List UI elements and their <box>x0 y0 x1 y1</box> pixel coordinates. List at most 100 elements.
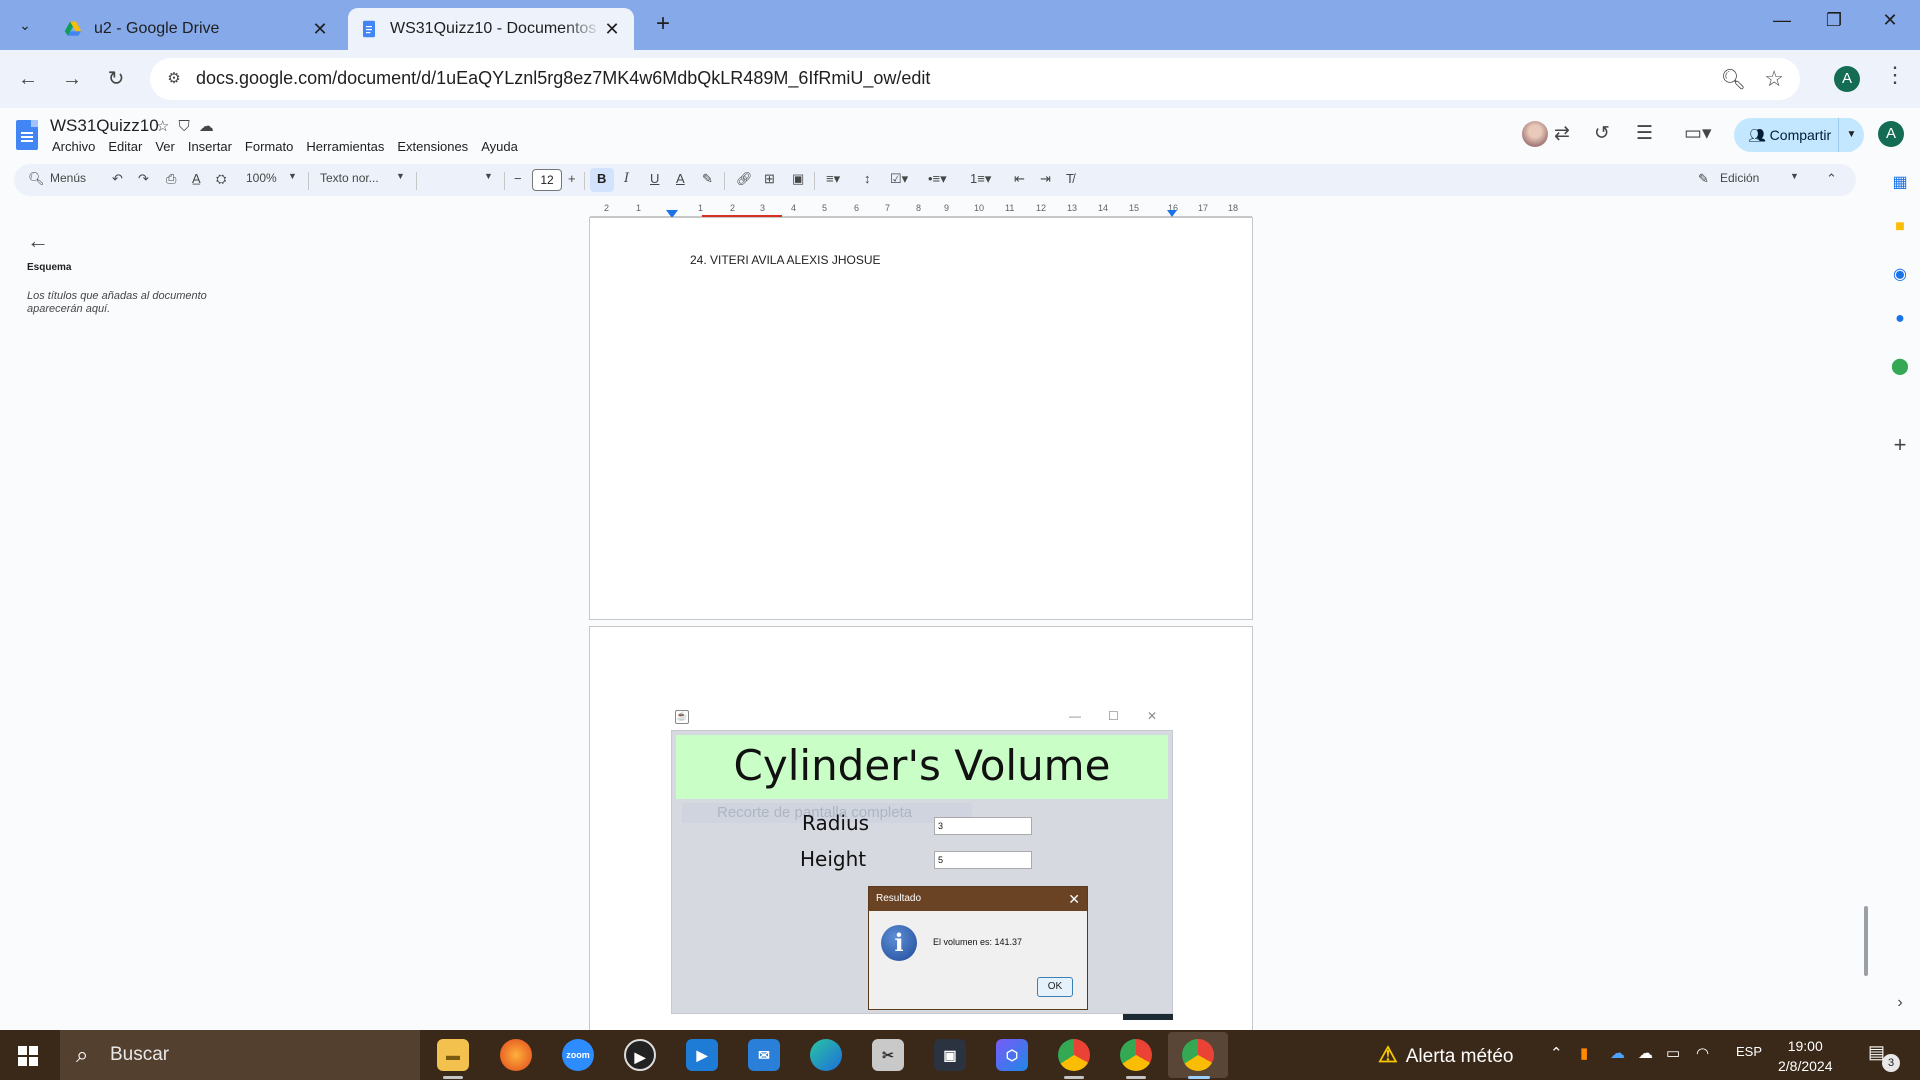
back-button[interactable]: ← <box>12 63 44 95</box>
zoom-select[interactable]: 100% <box>246 171 277 185</box>
highlight-icon[interactable]: ✎ <box>702 171 713 187</box>
increase-indent-icon[interactable]: ⇥ <box>1040 171 1051 187</box>
tab-google-drive[interactable]: u2 - Google Drive ✕ <box>52 8 342 50</box>
url-text[interactable]: docs.google.com/document/d/1uEaQYLznl5rg… <box>196 68 930 89</box>
taskbar-search[interactable]: ⌕ Buscar <box>60 1030 420 1080</box>
move-folder-icon[interactable]: ⛉ <box>178 118 198 135</box>
menu-herramientas[interactable]: Herramientas <box>306 139 384 154</box>
menu-formato[interactable]: Formato <box>245 139 293 154</box>
menu-ver[interactable]: Ver <box>155 139 175 154</box>
copilot-icon[interactable]: ⬡ <box>996 1039 1028 1071</box>
chrome-profile-icon[interactable] <box>1120 1039 1152 1071</box>
search-menus-label[interactable]: Menús <box>50 171 86 185</box>
tab-search-button[interactable]: ⌄ <box>8 9 42 41</box>
bookmark-star-icon[interactable]: ☆ <box>1764 66 1784 92</box>
collapse-menus-icon[interactable]: ⌃ <box>1826 171 1837 187</box>
document-page[interactable]: 24. VITERI AVILA ALEXIS JHOSUE <box>589 217 1253 620</box>
close-outline-icon[interactable]: ← <box>27 228 257 254</box>
star-icon[interactable]: ☆ <box>156 118 178 135</box>
menu-extensiones[interactable]: Extensiones <box>397 139 468 154</box>
mail-icon[interactable]: ✉ <box>748 1039 780 1071</box>
share-dropdown-button[interactable]: ▼ <box>1838 118 1864 152</box>
insert-image-icon[interactable]: ▣ <box>792 171 804 187</box>
reload-button[interactable]: ↻ <box>100 63 132 95</box>
vertical-scrollbar[interactable] <box>1864 906 1868 976</box>
clear-formatting-icon[interactable]: T̸ <box>1066 171 1074 186</box>
video-editor-icon[interactable]: ▶ <box>686 1039 718 1071</box>
paragraph-style-select[interactable]: Texto nor... <box>320 171 379 185</box>
maps-icon[interactable]: ⬤ <box>1890 356 1910 376</box>
profile-avatar[interactable]: A <box>1834 66 1860 92</box>
horizontal-ruler[interactable]: 2 1 1 2 3 4 5 6 7 8 9 10 11 12 13 14 15 … <box>590 203 1252 218</box>
menu-insertar[interactable]: Insertar <box>188 139 232 154</box>
tray-app-icon[interactable]: ▮ <box>1580 1044 1588 1062</box>
document-title[interactable]: WS31Quizz10 <box>50 116 159 136</box>
share-button[interactable]: 👥︎ Compartir <box>1734 118 1852 152</box>
windows-start-button[interactable] <box>18 1046 38 1066</box>
wifi-icon[interactable]: ◠ <box>1696 1044 1709 1062</box>
snipping-tool-icon[interactable]: ✂ <box>872 1039 904 1071</box>
list-item[interactable]: 24. VITERI AVILA ALEXIS JHOSUE <box>690 253 881 267</box>
input-language[interactable]: ESP <box>1736 1044 1762 1059</box>
chrome-active-icon[interactable] <box>1182 1039 1214 1071</box>
menu-archivo[interactable]: Archivo <box>52 139 95 154</box>
collaborator-avatar[interactable] <box>1522 121 1548 147</box>
firefox-icon[interactable] <box>500 1039 532 1071</box>
numbered-list-icon[interactable]: 1≡▾ <box>970 171 991 187</box>
italic-icon[interactable]: I <box>624 171 629 186</box>
account-avatar[interactable]: A <box>1878 121 1904 147</box>
terminal-app-icon[interactable]: ▣ <box>934 1039 966 1071</box>
calendar-icon[interactable]: ▦ <box>1890 172 1910 192</box>
checklist-icon[interactable]: ☑▾ <box>890 171 908 187</box>
media-player-icon[interactable]: ▶ <box>624 1039 656 1071</box>
show-side-panel-icon[interactable]: › <box>1890 994 1910 1014</box>
close-tab-icon[interactable]: ✕ <box>310 19 330 40</box>
address-bar[interactable]: ⚙ docs.google.com/document/d/1uEaQYLznl5… <box>150 58 1800 100</box>
forward-button[interactable]: → <box>56 63 88 95</box>
zoom-icon[interactable]: 🔍︎ <box>1721 67 1746 92</box>
contacts-icon[interactable]: ● <box>1890 310 1910 330</box>
undo-icon[interactable]: ↶ <box>112 171 123 187</box>
browser-menu-icon[interactable]: ⋮ <box>1884 62 1906 88</box>
chrome-icon[interactable] <box>1058 1039 1090 1071</box>
font-size-input[interactable]: 12 <box>532 169 562 191</box>
print-icon[interactable]: ⎙ <box>166 171 176 187</box>
google-docs-logo[interactable] <box>16 120 38 150</box>
decrease-font-size-icon[interactable]: − <box>514 171 522 186</box>
restore-button[interactable]: ❐ <box>1816 10 1852 40</box>
bulleted-list-icon[interactable]: •≡▾ <box>928 171 947 187</box>
align-icon[interactable]: ≡▾ <box>826 171 840 187</box>
show-hidden-icons[interactable]: ⌃ <box>1550 1044 1563 1062</box>
editing-mode-select[interactable]: Edición <box>1720 171 1759 185</box>
search-menus-icon[interactable]: 🔍︎ <box>28 171 45 187</box>
spellcheck-icon[interactable]: A̲ <box>192 171 201 186</box>
battery-icon[interactable]: ▭ <box>1666 1044 1680 1062</box>
weather-widget[interactable]: ⚠ Alerta météo <box>1378 1042 1513 1068</box>
tasks-icon[interactable]: ◉ <box>1890 264 1910 284</box>
add-addon-icon[interactable]: + <box>1890 432 1910 457</box>
insert-link-icon[interactable]: 🔗︎ <box>736 171 753 187</box>
text-color-icon[interactable]: A <box>676 171 685 186</box>
paint-format-icon[interactable]: ⛭ <box>216 171 226 187</box>
tab-google-docs[interactable]: WS31Quizz10 - Documentos de Google ✕ <box>348 8 634 50</box>
zoom-app-icon[interactable]: zoom <box>562 1039 594 1071</box>
notification-center-button[interactable]: ▤ 3 <box>1868 1042 1900 1072</box>
menu-ayuda[interactable]: Ayuda <box>481 139 518 154</box>
onedrive-icon[interactable]: ☁ <box>1610 1044 1625 1062</box>
meet-presence-icon[interactable]: ⇄ <box>1554 122 1570 145</box>
network-cloud-icon[interactable]: ☁ <box>1638 1044 1653 1062</box>
version-history-icon[interactable]: ↺ <box>1594 122 1610 145</box>
video-call-icon[interactable]: ▭▾ <box>1684 122 1712 145</box>
close-window-button[interactable]: ✕ <box>1872 10 1908 40</box>
line-spacing-icon[interactable]: ↕ <box>864 171 871 186</box>
close-tab-icon[interactable]: ✕ <box>602 19 622 40</box>
new-tab-button[interactable]: + <box>650 12 676 38</box>
taskbar-clock[interactable]: 19:00 2/8/2024 <box>1778 1036 1833 1076</box>
underline-icon[interactable]: U <box>650 171 659 186</box>
add-comment-icon[interactable]: ⊞ <box>764 171 775 187</box>
edge-icon[interactable] <box>810 1039 842 1071</box>
right-indent-marker[interactable] <box>1167 210 1177 217</box>
decrease-indent-icon[interactable]: ⇤ <box>1014 171 1025 187</box>
comments-icon[interactable]: ☰ <box>1636 122 1653 145</box>
redo-icon[interactable]: ↷ <box>138 171 149 187</box>
